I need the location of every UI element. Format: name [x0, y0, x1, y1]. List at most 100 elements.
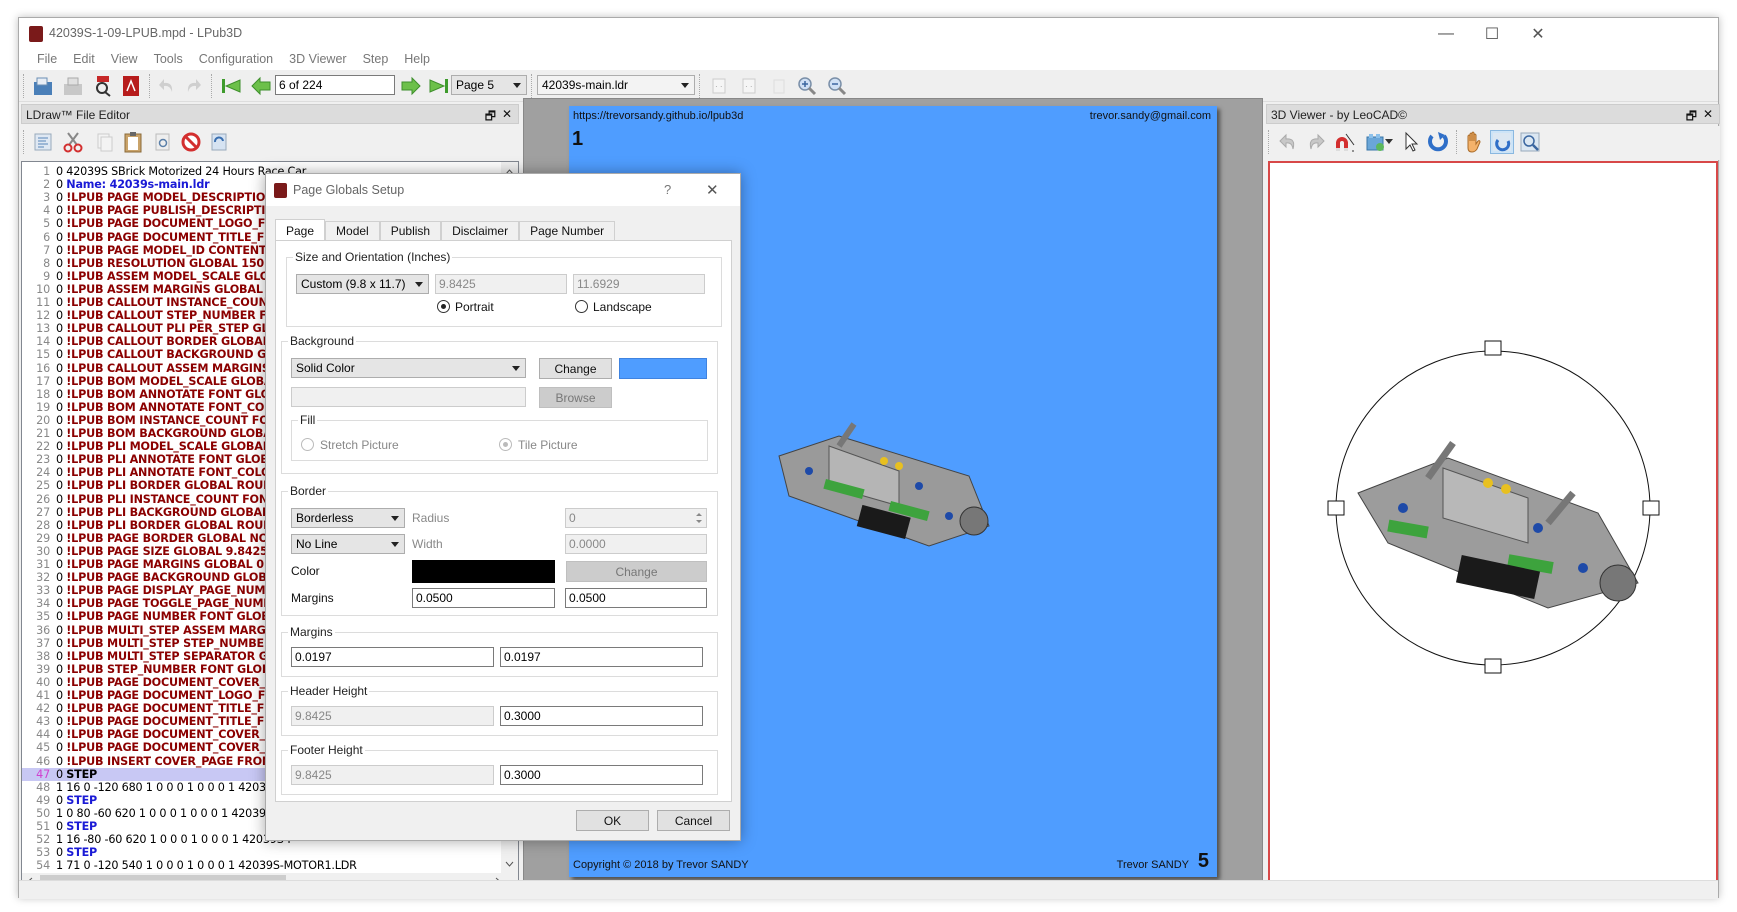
page-size-select[interactable]: Custom (9.8 x 11.7)	[296, 274, 429, 294]
dialog-close-button[interactable]: ✕	[706, 181, 719, 199]
border-line-select[interactable]: No Line	[291, 534, 405, 554]
refresh-icon[interactable]	[207, 130, 231, 154]
tab-page[interactable]: Page	[275, 219, 326, 240]
menu-edit[interactable]: Edit	[65, 50, 103, 70]
fit-width-icon[interactable]: · ·	[707, 74, 731, 98]
first-page-icon[interactable]	[219, 74, 243, 98]
find-icon[interactable]	[151, 130, 175, 154]
dialog-tabs: Page Model Publish Disclaimer Page Numbe…	[275, 219, 616, 240]
rotate-view-icon[interactable]	[1490, 130, 1514, 154]
border-color-change-button[interactable]: Change	[566, 561, 707, 582]
float-icon[interactable]: 🗗	[485, 107, 496, 128]
page-tab-panel: Size and Orientation (Inches) Custom (9.…	[275, 240, 732, 802]
menu-3d-viewer[interactable]: 3D Viewer	[281, 50, 354, 70]
menu-view[interactable]: View	[103, 50, 146, 70]
close-icon[interactable]: ✕	[1703, 107, 1713, 121]
header-height-field[interactable]: 0.3000	[500, 706, 703, 726]
last-page-icon[interactable]	[427, 74, 451, 98]
snap-magnet-icon[interactable]	[1332, 130, 1356, 154]
border-margin-left-field[interactable]: 0.0500	[412, 588, 555, 608]
cut-icon[interactable]	[61, 130, 85, 154]
close-icon[interactable]: ✕	[502, 107, 512, 121]
menu-tools[interactable]: Tools	[146, 50, 191, 70]
portrait-radio[interactable]	[437, 300, 450, 313]
line-number: 41	[36, 689, 50, 702]
undo-icon[interactable]	[1276, 130, 1300, 154]
rotate-icon[interactable]	[1426, 130, 1450, 154]
export-pdf-icon[interactable]	[119, 74, 143, 98]
paste-icon[interactable]	[121, 130, 145, 154]
page-number-input[interactable]: 6 of 224	[275, 75, 395, 95]
save-file-icon[interactable]	[61, 74, 85, 98]
browse-button[interactable]: Browse	[539, 387, 612, 408]
submodel-select-value: 42039s-main.ldr	[542, 78, 629, 92]
landscape-label: Landscape	[593, 300, 652, 314]
line-number: 45	[36, 741, 50, 755]
zoom-in-icon[interactable]	[795, 74, 819, 98]
background-group: Background Solid Color Change Browse Fil…	[281, 334, 718, 474]
dock-header: LDraw™ File Editor 🗗 ✕	[21, 104, 519, 124]
tab-publish[interactable]: Publish	[379, 221, 442, 240]
tab-page-number[interactable]: Page Number	[519, 221, 616, 240]
border-width-field[interactable]: 0.0000	[565, 534, 707, 554]
radius-spinbox[interactable]: 0	[565, 508, 707, 528]
menu-file[interactable]: File	[29, 50, 65, 70]
ok-button[interactable]: OK	[576, 810, 649, 831]
tab-model[interactable]: Model	[325, 221, 380, 240]
redo-icon[interactable]	[181, 74, 205, 98]
undo-icon[interactable]	[155, 74, 179, 98]
open-file-icon[interactable]	[31, 74, 55, 98]
margin-left-field[interactable]: 0.0197	[291, 647, 494, 667]
fit-visible-icon[interactable]: · ·	[737, 74, 761, 98]
copy-icon[interactable]	[93, 130, 117, 154]
page-width-field[interactable]: 9.8425	[435, 274, 567, 294]
margin-right-field[interactable]: 0.0197	[500, 647, 703, 667]
landscape-radio[interactable]	[575, 300, 588, 313]
editor-line[interactable]: 53 0 STEP	[22, 846, 502, 859]
line-number: 22	[36, 440, 50, 454]
line-prefix: 0	[56, 413, 67, 427]
actual-size-icon[interactable]	[767, 74, 791, 98]
editor-line[interactable]: 54 1 71 0 -120 540 1 0 0 0 1 0 0 0 1 4203…	[22, 859, 502, 872]
pdf-preview-icon[interactable]	[91, 74, 115, 98]
dropdown-arrow-icon[interactable]	[1384, 130, 1394, 154]
tile-picture-radio[interactable]	[499, 438, 512, 451]
format-icon[interactable]	[31, 130, 55, 154]
3d-viewport[interactable]	[1268, 161, 1718, 891]
border-margin-right-field[interactable]: 0.0500	[565, 588, 707, 608]
tab-disclaimer[interactable]: Disclaimer	[441, 221, 520, 240]
zoom-region-icon[interactable]	[1518, 130, 1542, 154]
page-height-field[interactable]: 11.6929	[573, 274, 705, 294]
previous-page-icon[interactable]	[249, 74, 273, 98]
stop-icon[interactable]	[179, 130, 203, 154]
menu-configuration[interactable]: Configuration	[191, 50, 281, 70]
line-prefix: 0	[56, 427, 67, 440]
submodel-select[interactable]: 42039s-main.ldr	[537, 75, 695, 95]
maximize-button[interactable]: ☐	[1469, 18, 1515, 50]
page-select[interactable]: Page 5	[451, 75, 527, 95]
minimize-button[interactable]: —	[1423, 18, 1469, 50]
zoom-out-icon[interactable]	[825, 74, 849, 98]
background-type-select[interactable]: Solid Color	[291, 358, 526, 378]
help-button[interactable]: ?	[664, 182, 671, 197]
border-type-select[interactable]: Borderless	[291, 508, 405, 528]
menu-step[interactable]: Step	[355, 50, 397, 70]
pan-hand-icon[interactable]	[1462, 130, 1486, 154]
background-change-button[interactable]: Change	[539, 358, 612, 379]
border-color-swatch[interactable]	[412, 560, 555, 583]
menu-help[interactable]: Help	[396, 50, 438, 70]
spin-arrows-icon[interactable]	[694, 511, 704, 525]
float-icon[interactable]: 🗗	[1686, 107, 1697, 128]
background-image-path[interactable]	[291, 387, 526, 407]
cancel-button[interactable]: Cancel	[657, 810, 730, 831]
header-width-field[interactable]: 9.8425	[291, 706, 494, 726]
group-label: Fill	[298, 413, 318, 427]
footer-height-field[interactable]: 0.3000	[500, 765, 703, 785]
background-color-swatch[interactable]	[619, 358, 707, 379]
stretch-picture-radio[interactable]	[301, 438, 314, 451]
redo-icon[interactable]	[1304, 130, 1328, 154]
footer-width-field[interactable]: 9.8425	[291, 765, 494, 785]
close-button[interactable]: ✕	[1515, 18, 1561, 50]
select-arrow-icon[interactable]	[1400, 130, 1424, 154]
next-page-icon[interactable]	[399, 74, 423, 98]
